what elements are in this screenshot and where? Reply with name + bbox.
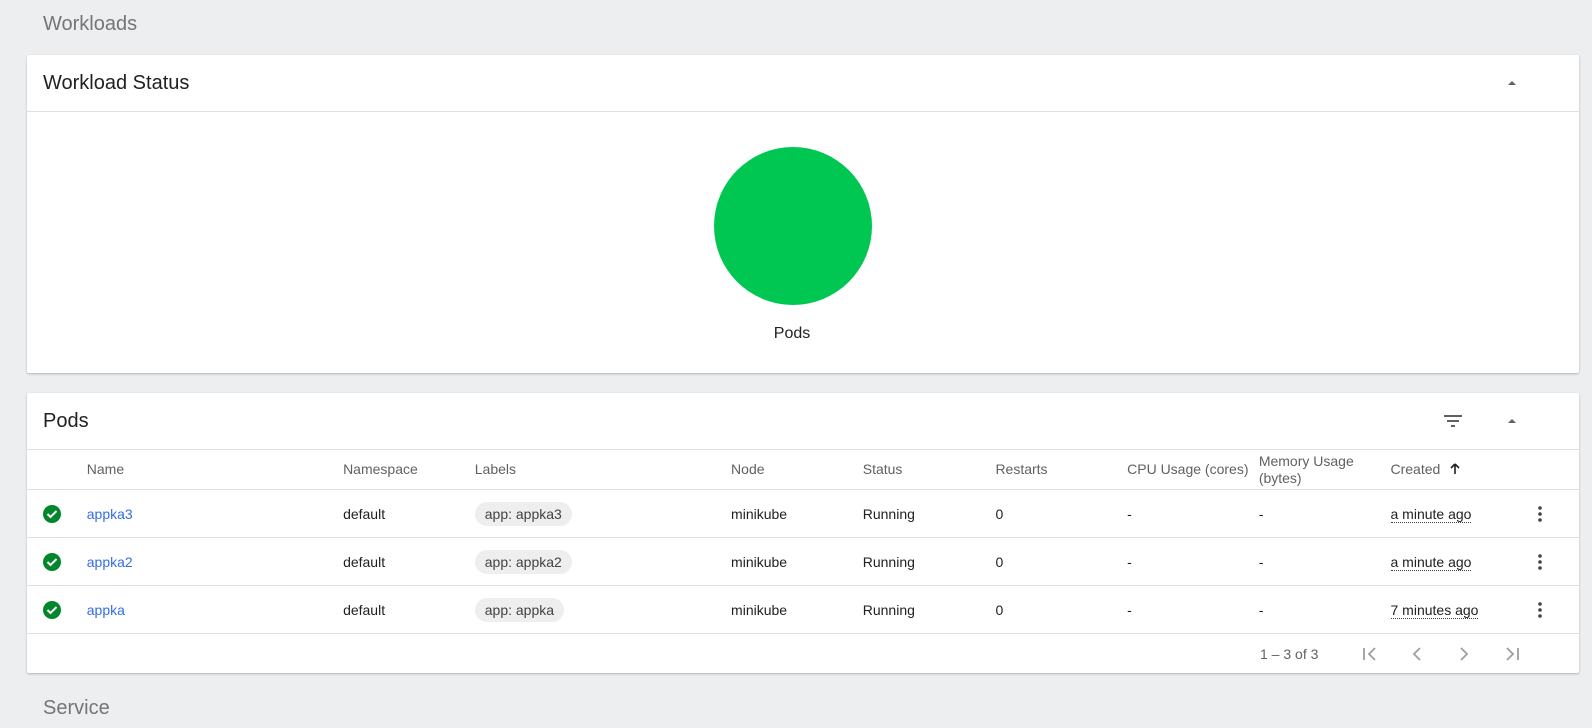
status-cell	[27, 489, 87, 538]
pods-table-header-row: Name Namespace Labels Node Status Restar…	[27, 450, 1579, 490]
more-vert-icon	[1538, 601, 1542, 618]
pods-card: Pods Name Namespace Labels Node Status R…	[27, 393, 1579, 673]
column-header-created-label: Created	[1390, 461, 1441, 477]
chevron-right-icon	[1460, 647, 1469, 661]
arrow-up-icon	[1450, 463, 1460, 474]
pods-table: Name Namespace Labels Node Status Restar…	[27, 450, 1579, 634]
previous-page-button[interactable]	[1399, 636, 1435, 672]
next-page-button[interactable]	[1446, 636, 1482, 672]
memory-cell: -	[1258, 537, 1391, 586]
status-cell-text: Running	[862, 537, 996, 586]
column-header-labels: Labels	[474, 450, 732, 490]
cpu-cell: -	[1127, 489, 1259, 538]
table-row: appka2 default app: appka2 minikube Runn…	[27, 537, 1579, 586]
first-page-button[interactable]	[1352, 636, 1388, 672]
pod-name-link[interactable]: appka2	[87, 554, 133, 570]
namespace-cell: default	[343, 489, 475, 538]
workload-status-title: Workload Status	[43, 72, 190, 94]
status-icon-column-header	[27, 450, 87, 490]
column-header-memory: Memory Usage (bytes)	[1258, 450, 1391, 490]
service-section-title: Service	[43, 697, 110, 719]
collapse-pods-button[interactable]	[1494, 403, 1530, 439]
filter-button[interactable]	[1435, 403, 1471, 439]
label-chip: app: appka2	[474, 549, 572, 574]
check-circle-icon	[43, 552, 61, 571]
row-menu-button[interactable]	[1522, 496, 1558, 532]
paginator-range-label: 1 – 3 of 3	[1260, 646, 1319, 662]
column-header-cpu: CPU Usage (cores)	[1127, 450, 1259, 490]
actions-column-header	[1522, 450, 1579, 490]
memory-cell: -	[1258, 489, 1391, 538]
row-menu-button[interactable]	[1522, 592, 1558, 628]
cpu-cell: -	[1127, 585, 1259, 634]
more-vert-icon	[1538, 553, 1542, 570]
status-cell-text: Running	[862, 585, 996, 634]
column-header-restarts[interactable]: Restarts	[995, 450, 1128, 490]
chevron-up-icon	[1508, 81, 1516, 85]
pod-name-link[interactable]: appka	[87, 602, 125, 618]
node-cell: minikube	[731, 489, 863, 538]
chevron-left-icon	[1412, 647, 1421, 661]
column-header-namespace[interactable]: Namespace	[343, 450, 475, 490]
status-cell-text: Running	[862, 489, 996, 538]
memory-cell: -	[1258, 585, 1391, 634]
workload-status-card: Workload Status Pods	[27, 55, 1579, 373]
restarts-cell: 0	[995, 537, 1128, 586]
last-page-icon	[1506, 647, 1519, 661]
node-cell: minikube	[731, 537, 863, 586]
workloads-section-title: Workloads	[43, 13, 138, 35]
check-circle-icon	[43, 600, 61, 619]
restarts-cell: 0	[995, 489, 1128, 538]
status-cell	[27, 585, 87, 634]
pods-header: Pods	[27, 393, 1579, 450]
created-date: a minute ago	[1390, 553, 1472, 571]
namespace-cell: default	[343, 537, 475, 586]
column-header-name[interactable]: Name	[86, 450, 344, 490]
namespace-cell: default	[343, 585, 475, 634]
pods-pie-chart	[714, 147, 872, 305]
label-chip: app: appka	[474, 597, 565, 622]
column-header-status[interactable]: Status	[862, 450, 996, 490]
first-page-icon	[1363, 647, 1376, 661]
chevron-up-icon	[1508, 419, 1516, 423]
row-menu-button[interactable]	[1522, 544, 1558, 580]
status-cell	[27, 537, 87, 586]
filter-icon	[1444, 415, 1462, 427]
column-header-created[interactable]: Created	[1390, 450, 1523, 490]
created-date: a minute ago	[1390, 505, 1472, 523]
table-row: appka default app: appka minikube Runnin…	[27, 585, 1579, 634]
workload-status-body: Pods	[27, 112, 1579, 374]
table-row: appka3 default app: appka3 minikube Runn…	[27, 489, 1579, 538]
check-circle-icon	[43, 504, 61, 523]
more-vert-icon	[1538, 505, 1542, 522]
created-date: 7 minutes ago	[1390, 601, 1479, 619]
node-cell: minikube	[731, 585, 863, 634]
label-chip: app: appka3	[474, 501, 572, 526]
cpu-cell: -	[1127, 537, 1259, 586]
column-header-node[interactable]: Node	[731, 450, 863, 490]
pods-title: Pods	[43, 410, 89, 432]
last-page-button[interactable]	[1494, 636, 1530, 672]
collapse-workload-status-button[interactable]	[1494, 65, 1530, 101]
pod-name-link[interactable]: appka3	[87, 506, 133, 522]
restarts-cell: 0	[995, 585, 1128, 634]
workload-status-header: Workload Status	[27, 55, 1579, 112]
paginator: 1 – 3 of 3	[27, 634, 1579, 673]
pods-pie-label: Pods	[773, 325, 811, 342]
